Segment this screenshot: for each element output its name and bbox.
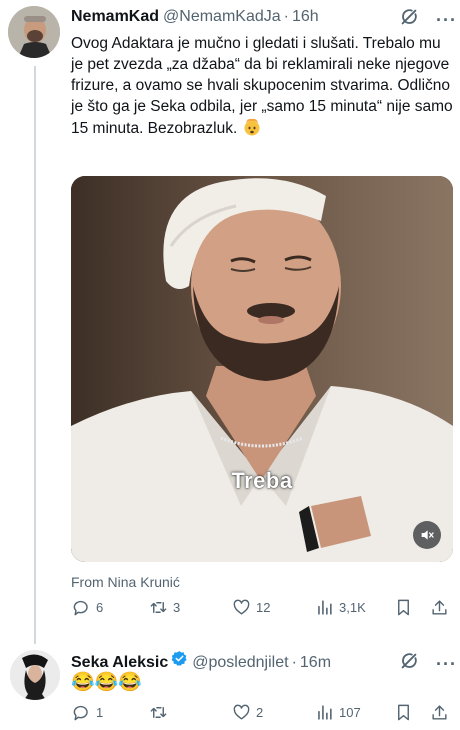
reply-icon [73, 705, 88, 721]
share-button[interactable] [430, 703, 449, 722]
like-count: 2 [256, 705, 264, 720]
mute-icon [421, 530, 434, 540]
video-caption: Treba [231, 468, 293, 493]
like-count: 12 [256, 600, 271, 615]
repost-icon [150, 602, 167, 613]
author-name[interactable]: Seka Aleksic [71, 654, 168, 672]
views-icon [318, 705, 332, 720]
repost-count: 3 [173, 600, 181, 615]
reply-count: 1 [96, 705, 104, 720]
bookmark-button[interactable] [394, 703, 413, 722]
laughing-emoji-text: 😂😂😂 [71, 672, 142, 693]
author-name[interactable]: NemamKad [71, 8, 159, 26]
separator-dot: · [283, 8, 289, 25]
heart-icon [233, 599, 250, 615]
repost-button[interactable] [149, 703, 173, 722]
bookmark-icon [398, 599, 409, 616]
avatar-nemamkad[interactable] [8, 6, 60, 58]
tweet-body: Ovog Adaktara je mučno i gledati i sluša… [71, 33, 453, 139]
video-frame [71, 176, 453, 562]
heart-icon [233, 704, 250, 720]
tweet-timestamp[interactable]: 16h [292, 8, 319, 26]
views-button[interactable]: 107 [315, 703, 361, 722]
like-button[interactable]: 12 [232, 598, 270, 617]
share-icon [432, 705, 447, 720]
reply-icon [73, 600, 88, 616]
more-options-icon[interactable]: ··· [436, 9, 457, 31]
exploding-head-emoji-icon [242, 117, 262, 137]
view-count: 107 [339, 705, 361, 720]
tweet-timestamp[interactable]: 16m [300, 654, 331, 672]
video-attribution[interactable]: From Nina Krunić [71, 574, 180, 590]
views-button[interactable]: 3,1K [315, 598, 366, 617]
mute-button[interactable] [413, 521, 441, 549]
author-handle[interactable]: @poslednjilet [192, 654, 288, 672]
repost-button[interactable]: 3 [149, 598, 180, 617]
tweet-text: Ovog Adaktara je mučno i gledati i sluša… [71, 35, 453, 137]
repost-icon [150, 707, 167, 718]
view-count: 3,1K [339, 600, 366, 615]
tweet-actions-bar: 6 3 12 3,1K [72, 598, 452, 622]
share-button[interactable] [430, 598, 449, 617]
bookmark-icon [398, 704, 409, 721]
share-icon [432, 600, 447, 615]
views-icon [318, 600, 332, 615]
author-handle[interactable]: @NemamKadJa [163, 8, 281, 26]
reply-button[interactable]: 1 [72, 703, 103, 722]
like-button[interactable]: 2 [232, 703, 263, 722]
verified-badge-icon [171, 650, 188, 667]
tweet-body: 😂😂😂 [71, 672, 453, 693]
video-player[interactable]: Treba [71, 176, 453, 562]
reply-button[interactable]: 6 [72, 598, 103, 617]
tweet-actions-bar: 1 2 107 [72, 703, 452, 727]
avatar-seka-aleksic[interactable] [10, 650, 60, 700]
bookmark-button[interactable] [394, 598, 413, 617]
separator-dot: · [291, 654, 297, 671]
reply-count: 6 [96, 600, 104, 615]
grok-icon[interactable] [398, 6, 420, 33]
